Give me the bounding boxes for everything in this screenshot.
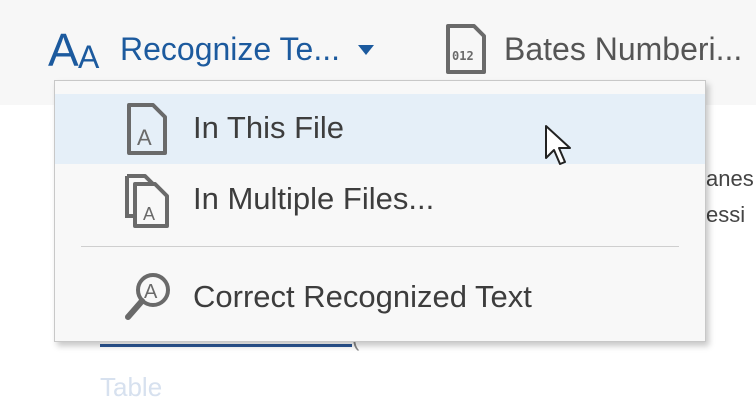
menu-separator xyxy=(81,246,679,247)
svg-text:A: A xyxy=(143,204,155,224)
menu-item-in-multiple-files[interactable]: A In Multiple Files... xyxy=(55,165,705,235)
menu-item-label: In This File xyxy=(193,110,345,145)
svg-text:A: A xyxy=(48,24,79,74)
bates-numbering-label: Bates Numberi... xyxy=(504,30,743,67)
document-text-fragment: anes xyxy=(706,166,754,191)
menu-item-in-this-file[interactable]: A In This File xyxy=(55,94,705,164)
menu-item-label: In Multiple Files... xyxy=(193,181,435,216)
bates-numbering-icon: 012 xyxy=(446,24,486,74)
recognize-text-menu: A In This File A In Multiple Files... A … xyxy=(54,80,706,342)
chevron-down-icon[interactable] xyxy=(357,45,374,55)
svg-text:A: A xyxy=(137,125,152,150)
document-faded-heading: Table xyxy=(100,372,163,402)
multiple-documents-a-icon: A xyxy=(125,174,169,228)
menu-item-label: Correct Recognized Text xyxy=(193,279,532,314)
recognize-text-label: Recognize Te... xyxy=(120,30,340,67)
recognize-text-button[interactable]: A A Recognize Te... xyxy=(48,16,374,82)
svg-text:A: A xyxy=(78,39,100,74)
magnify-a-icon: A xyxy=(125,273,170,320)
mouse-pointer-icon xyxy=(545,125,571,165)
recognize-text-icon: A A xyxy=(48,24,100,74)
svg-text:A: A xyxy=(144,281,158,303)
document-a-icon: A xyxy=(127,103,167,155)
menu-item-correct-recognized-text[interactable]: A Correct Recognized Text xyxy=(55,263,705,333)
document-link-underline xyxy=(100,344,352,347)
document-text-fragment: essi xyxy=(706,202,746,227)
bates-numbering-button[interactable]: 012 Bates Numberi... xyxy=(444,16,754,82)
svg-text:012: 012 xyxy=(452,49,474,63)
